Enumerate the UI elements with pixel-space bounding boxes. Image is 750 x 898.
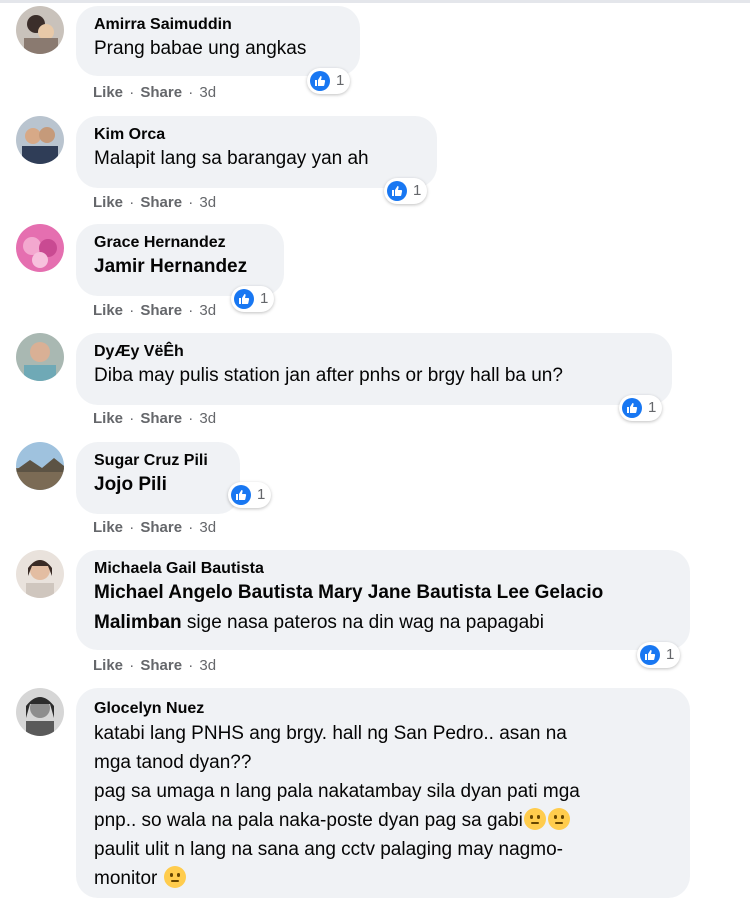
reaction-badge[interactable]: 1: [231, 286, 275, 312]
comment-author[interactable]: Kim Orca: [94, 125, 419, 145]
share-button[interactable]: Share: [140, 519, 182, 536]
comment-timestamp[interactable]: 3d: [199, 84, 216, 101]
comment-author[interactable]: Amirra Saimuddin: [94, 15, 342, 35]
top-divider: [0, 0, 750, 3]
comment-bubble: Kim Orca Malapit lang sa barangay yan ah: [76, 116, 437, 188]
comment-text: Jojo Pili: [94, 471, 222, 498]
comment-timestamp[interactable]: 3d: [199, 657, 216, 674]
reaction-badge[interactable]: 1: [228, 482, 272, 508]
comment-author[interactable]: Michaela Gail Bautista: [94, 559, 672, 579]
reaction-badge[interactable]: 1: [619, 395, 663, 421]
comment-timestamp[interactable]: 3d: [199, 519, 216, 536]
comment-bubble: Michaela Gail Bautista Michael Angelo Ba…: [76, 550, 690, 650]
comment-author[interactable]: DyÆy VëÊh: [94, 342, 654, 362]
comment-text: Prang babae ung angkas: [94, 38, 307, 59]
comment-author[interactable]: Glocelyn Nuez: [94, 699, 672, 719]
share-button[interactable]: Share: [140, 410, 182, 427]
comment-text: Malapit lang sa barangay yan ah: [94, 148, 369, 169]
like-button[interactable]: Like: [93, 410, 123, 427]
like-button[interactable]: Like: [93, 657, 123, 674]
comment-author[interactable]: Grace Hernandez: [94, 233, 266, 253]
like-reaction-icon: [234, 289, 254, 309]
comment-actions: Like · Share · 3d: [93, 302, 217, 319]
avatar[interactable]: [16, 550, 64, 598]
like-button[interactable]: Like: [93, 84, 123, 101]
comment-actions: Like · Share · 3d: [93, 410, 217, 427]
reaction-count: 1: [413, 182, 422, 199]
like-button[interactable]: Like: [93, 519, 123, 536]
avatar[interactable]: [16, 6, 64, 54]
like-reaction-icon: [310, 71, 330, 91]
comment-bubble: Sugar Cruz Pili Jojo Pili: [76, 442, 240, 514]
share-button[interactable]: Share: [140, 194, 182, 211]
reaction-count: 1: [648, 399, 657, 416]
reaction-badge[interactable]: 1: [384, 178, 428, 204]
share-button[interactable]: Share: [140, 302, 182, 319]
like-reaction-icon: [640, 645, 660, 665]
share-button[interactable]: Share: [140, 657, 182, 674]
reaction-badge[interactable]: 1: [307, 68, 351, 94]
comment-author[interactable]: Sugar Cruz Pili: [94, 451, 222, 471]
comment-bubble: Glocelyn Nuez katabi lang PNHS ang brgy.…: [76, 688, 690, 898]
comment-timestamp[interactable]: 3d: [199, 302, 216, 319]
reaction-count: 1: [257, 486, 266, 503]
avatar[interactable]: [16, 224, 64, 272]
comment-text: Jamir Hernandez: [94, 253, 266, 280]
reaction-count: 1: [260, 290, 269, 307]
comment-actions: Like · Share · 3d: [93, 84, 217, 101]
thinking-face-icon: [547, 808, 570, 830]
comment-text: Michael Angelo Bautista Mary Jane Bautis…: [94, 582, 604, 633]
like-reaction-icon: [622, 398, 642, 418]
thinking-face-icon: [523, 808, 546, 830]
reaction-badge[interactable]: 1: [637, 642, 681, 668]
avatar[interactable]: [16, 116, 64, 164]
comment-bubble: Amirra Saimuddin Prang babae ung angkas: [76, 6, 360, 76]
like-reaction-icon: [231, 485, 251, 505]
comment-text: Diba may pulis station jan after pnhs or…: [94, 365, 563, 386]
comment-actions: Like · Share · 3d: [93, 519, 217, 536]
avatar[interactable]: [16, 688, 64, 736]
like-button[interactable]: Like: [93, 302, 123, 319]
comment-timestamp[interactable]: 3d: [199, 194, 216, 211]
comment-actions: Like · Share · 3d: [93, 657, 217, 674]
comment-bubble: DyÆy VëÊh Diba may pulis station jan aft…: [76, 333, 672, 405]
like-button[interactable]: Like: [93, 194, 123, 211]
like-reaction-icon: [387, 181, 407, 201]
comment-actions: Like · Share · 3d: [93, 194, 217, 211]
tagged-user-link[interactable]: Jamir Hernandez: [94, 256, 247, 277]
comment-timestamp[interactable]: 3d: [199, 410, 216, 427]
thinking-face-icon: [163, 866, 186, 888]
tagged-user-link[interactable]: Jojo Pili: [94, 474, 167, 495]
reaction-count: 1: [336, 72, 345, 89]
share-button[interactable]: Share: [140, 84, 182, 101]
avatar[interactable]: [16, 333, 64, 381]
avatar[interactable]: [16, 442, 64, 490]
comment-text: katabi lang PNHS ang brgy. hall ng San P…: [94, 723, 580, 889]
reaction-count: 1: [666, 646, 675, 663]
